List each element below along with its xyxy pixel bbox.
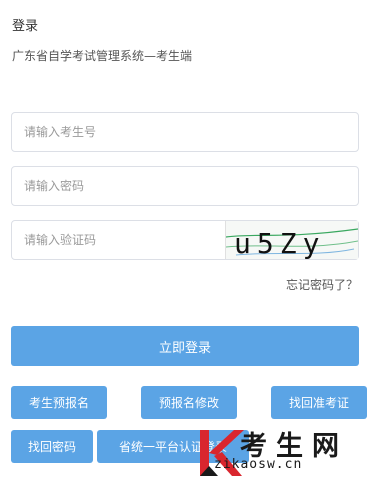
watermark-logo-icon [200, 430, 244, 476]
username-input[interactable] [12, 113, 358, 151]
pre-register-button[interactable]: 考生预报名 [11, 386, 107, 419]
captcha-image[interactable]: u5Zy [225, 221, 358, 259]
modify-pre-registration-button[interactable]: 预报名修改 [141, 386, 237, 419]
forgot-password-link[interactable]: 忘记密码了？ [286, 276, 358, 293]
captcha-graphic: u5Zy [226, 227, 358, 259]
password-input[interactable] [12, 167, 358, 205]
captcha-field[interactable]: u5Zy [11, 220, 359, 260]
captcha-input[interactable] [12, 221, 228, 259]
site-watermark: 考生网 zikaosw.cn [198, 424, 374, 486]
password-field[interactable] [11, 166, 359, 206]
system-subtitle: 广东省自学考试管理系统—考生端 [12, 49, 193, 63]
retrieve-password-button[interactable]: 找回密码 [11, 430, 93, 463]
login-button[interactable]: 立即登录 [11, 326, 359, 366]
retrieve-admission-ticket-button[interactable]: 找回准考证 [271, 386, 367, 419]
page-title: 登录 [12, 19, 39, 34]
watermark-url: zikaosw.cn [214, 457, 303, 472]
username-field[interactable] [11, 112, 359, 152]
captcha-text: u5Zy [234, 227, 325, 259]
